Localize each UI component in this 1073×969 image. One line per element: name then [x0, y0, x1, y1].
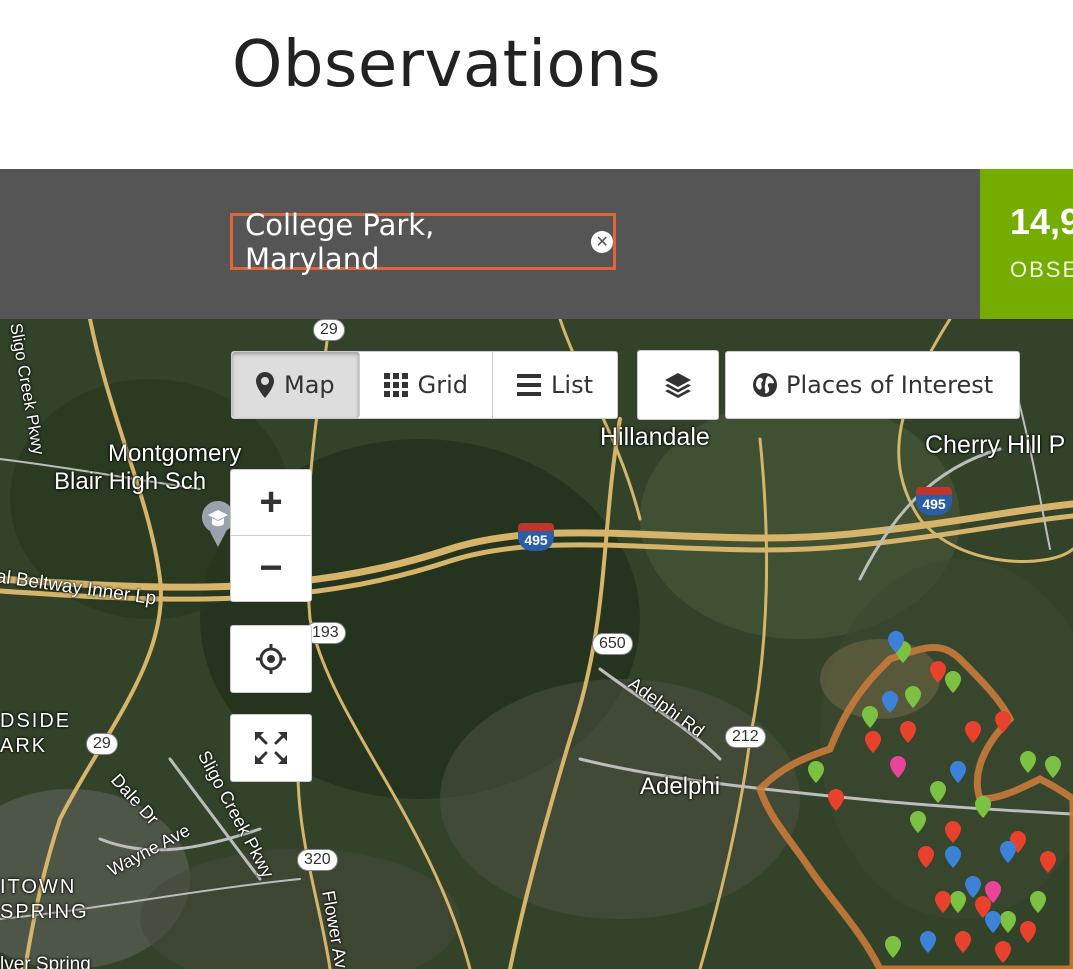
layers-icon [665, 373, 691, 398]
zoom-in-button[interactable]: + [231, 470, 311, 536]
route-shield-212: 212 [725, 726, 766, 748]
zoom-control: + − [230, 469, 312, 602]
map-label-spring: SPRING [0, 901, 89, 923]
expand-icon [255, 732, 287, 764]
map-marker-icon [256, 372, 274, 398]
map-label-dside: DSIDE [0, 710, 72, 732]
view-switcher: Map Grid List [231, 351, 618, 419]
layers-button[interactable] [637, 350, 719, 420]
locate-button[interactable] [230, 625, 312, 693]
crosshair-icon [256, 644, 286, 674]
list-icon [517, 374, 542, 396]
place-filter-label: College Park, Maryland [245, 207, 435, 276]
tab-map[interactable]: Map [232, 352, 360, 418]
page-title: Observations [232, 28, 662, 102]
filter-bar: College Park, Maryland ✕ 14,9 OBSE [0, 169, 1073, 319]
observations-label: OBSE [1010, 257, 1073, 282]
places-of-interest-button[interactable]: Places of Interest [725, 351, 1021, 419]
map-label-ark: ARK [0, 735, 48, 757]
globe-icon [753, 373, 777, 397]
observations-stat[interactable]: 14,9 OBSE [980, 169, 1073, 319]
tab-list[interactable]: List [493, 352, 617, 418]
map-label-cherry-hill: Cherry Hill P [925, 431, 1066, 459]
route-shield-320: 320 [297, 849, 338, 871]
route-shield-29: 29 [313, 319, 345, 341]
map-label-hillandale: Hillandale [600, 423, 710, 451]
map-label-blair-high: Blair High Sch [54, 468, 207, 495]
interstate-shield-495b: 495 [916, 487, 952, 517]
place-filter-chip[interactable]: College Park, Maryland ✕ [230, 208, 616, 276]
route-shield-29b: 29 [86, 733, 118, 755]
observations-map[interactable]: Hillandale Cherry Hill P Montgomery Blai… [0, 319, 1073, 969]
zoom-out-button[interactable]: − [231, 536, 311, 601]
route-shield-650: 650 [592, 633, 633, 655]
map-label-itown: ITOWN [0, 876, 77, 898]
interstate-shield-495: 495 [518, 523, 554, 553]
times-circle-icon[interactable]: ✕ [591, 230, 613, 253]
places-of-interest-label: Places of Interest [786, 371, 994, 399]
map-label-montgomery: Montgomery [108, 440, 242, 467]
tab-list-label: List [551, 371, 593, 399]
map-label-adelphi: Adelphi [640, 773, 721, 800]
road-label-silver-spring: lver Spring [0, 954, 91, 969]
tab-grid-label: Grid [417, 371, 469, 399]
observations-count: 14,9 [1010, 201, 1073, 242]
grid-icon [383, 373, 408, 397]
tab-grid[interactable]: Grid [360, 352, 494, 418]
fullscreen-button[interactable] [230, 714, 312, 782]
tab-map-label: Map [284, 371, 335, 399]
